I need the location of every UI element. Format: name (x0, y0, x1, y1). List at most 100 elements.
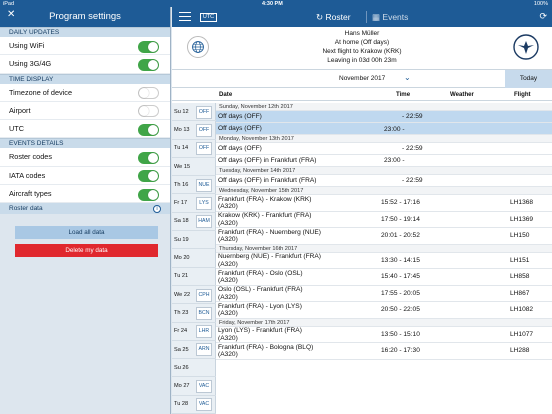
event-row[interactable]: Frankfurt (FRA) - Nuernberg (NUE) (A320) 2… (216, 228, 552, 245)
event-aircraft: (A320) (218, 236, 238, 243)
event-time: - 22:59 (402, 177, 423, 184)
day-label: Tu 28 (174, 401, 189, 408)
status-time: 4:30 PM (262, 0, 283, 7)
info-icon[interactable]: i (153, 204, 161, 213)
chevron-down-icon[interactable]: ⌄ (404, 73, 411, 82)
day-label: Sa 18 (174, 218, 189, 225)
tab-events-label: Events (382, 12, 409, 22)
setting-toggle[interactable] (138, 151, 159, 164)
today-button[interactable]: Today (505, 70, 552, 88)
day-cell[interactable]: Th 16 NUE (172, 176, 216, 195)
col-date: Date (219, 91, 233, 98)
profile-card: Hans Müller At home (Off days) Next flig… (172, 27, 552, 70)
menu-icon[interactable] (179, 12, 191, 21)
day-label: Sa 25 (174, 346, 189, 353)
tab-roster[interactable]: ↻ Roster (316, 12, 351, 23)
setting-toggle[interactable] (138, 58, 159, 71)
utc-badge[interactable]: UTC (200, 13, 217, 22)
app: iPad 4:30 PM 100% ✕ Program settings DAI… (0, 0, 552, 414)
day-cell[interactable]: Tu 21 (172, 268, 216, 286)
roster-code-badge: VAC (196, 380, 212, 393)
status-bar: iPad 4:30 PM 100% (0, 0, 552, 7)
setting-row: Aircraft types (0, 185, 170, 204)
event-row[interactable]: Frankfurt (FRA) - Lyon (LYS) (A320) 20:50 … (216, 302, 552, 319)
day-cell[interactable]: Tu 14 OFF (172, 140, 216, 158)
event-aircraft: (A320) (218, 260, 238, 268)
setting-toggle[interactable] (138, 87, 159, 100)
event-row[interactable]: Oslo (OSL) - Frankfurt (FRA) (A320) 17:55 … (216, 285, 552, 302)
profile-status: At home (Off days) (334, 39, 390, 46)
event-aircraft: (A320) (218, 219, 238, 227)
event-time: - 22:59 (402, 145, 423, 152)
event-aircraft: (A320) (218, 334, 238, 342)
event-row[interactable]: Frankfurt (FRA) - Bologna (BLQ) (A320) 16:… (216, 343, 552, 360)
day-cell[interactable]: Fr 17 LYS (172, 195, 216, 213)
section-header: TIME DISPLAY (0, 73, 170, 84)
setting-toggle[interactable] (138, 40, 159, 53)
roster-data-label: Roster data (9, 205, 43, 213)
event-title: Off days (OFF) (218, 124, 262, 132)
load-all-data-button[interactable]: Load all data (15, 226, 158, 239)
event-flight: LH150 (510, 232, 530, 239)
day-cell[interactable]: Su 12 OFF (172, 103, 216, 122)
day-separator: Sunday, November 12th 2017 (216, 103, 552, 111)
setting-toggle[interactable] (138, 105, 159, 118)
day-cell[interactable]: Mo 13 OFF (172, 121, 216, 140)
event-title: Off days (OFF) (218, 144, 262, 152)
event-row[interactable]: Frankfurt (FRA) - Oslo (OSL) (A320) 15:40 … (216, 269, 552, 286)
status-battery: 100% (533, 0, 548, 7)
section-header: DAILY UPDATES (0, 27, 170, 37)
event-row[interactable]: Nuernberg (NUE) - Frankfurt (FRA) (A320) 1… (216, 252, 552, 269)
event-time: 17:55 - 20:05 (381, 289, 420, 297)
roster-data-header: Roster data i (0, 203, 170, 215)
event-row[interactable]: Frankfurt (FRA) - Krakow (KRK) (A320) 15:5… (216, 195, 552, 212)
event-time: 13:30 - 14:15 (381, 256, 420, 264)
day-cell[interactable]: Sa 25 ARN (172, 341, 216, 360)
day-label: Mo 13 (174, 126, 190, 133)
day-label: Tu 14 (174, 145, 189, 152)
column-header: Date Time Weather Flight (172, 88, 552, 101)
day-cell[interactable]: Su 19 (172, 231, 216, 250)
event-aircraft: (A320) (218, 310, 238, 317)
day-cell[interactable]: Fr 24 LHR (172, 323, 216, 341)
setting-toggle[interactable] (138, 170, 159, 183)
event-flight: LH1368 (510, 199, 534, 206)
roster-code-badge: CPH (196, 288, 212, 302)
setting-toggle[interactable] (138, 123, 159, 136)
roster-code-badge: VAC (196, 398, 212, 412)
day-cell[interactable]: Mo 27 VAC (172, 378, 216, 396)
day-cell[interactable]: We 15 (172, 158, 216, 177)
event-aircraft: (A320) (218, 351, 238, 358)
setting-label: Roster codes (9, 152, 52, 162)
globe-icon[interactable] (187, 36, 209, 58)
sync-icon[interactable]: ⟳ (539, 11, 547, 22)
event-row[interactable]: Off days (OFF) in Frankfurt (FRA) - 22:59 (216, 175, 552, 187)
event-row[interactable]: Lyon (LYS) - Frankfurt (FRA) (A320) 13:50 … (216, 326, 552, 343)
setting-label: Aircraft types (9, 189, 52, 199)
setting-label: Using 3G/4G (9, 59, 52, 69)
setting-toggle[interactable] (138, 188, 159, 201)
tab-divider (366, 11, 367, 23)
day-cell[interactable]: Mo 20 (172, 249, 216, 268)
profile-leaving: Leaving in 03d 00h 23m (327, 57, 397, 64)
setting-label: UTC (9, 124, 24, 134)
tab-events[interactable]: ▦ Events (372, 12, 408, 23)
event-row[interactable]: Off days (OFF) - 22:59 (216, 143, 552, 155)
delete-my-data-button[interactable]: Delete my data (15, 244, 158, 257)
event-time: 13:50 - 15:10 (381, 330, 420, 338)
day-cell[interactable]: We 22 CPH (172, 286, 216, 305)
setting-row: IATA codes (0, 166, 170, 186)
month-selector[interactable]: November 2017 (339, 75, 385, 82)
event-row[interactable]: Off days (OFF) 23:00 - (216, 123, 552, 135)
day-cell[interactable]: Th 23 BCN (172, 304, 216, 323)
event-row[interactable]: Krakow (KRK) - Frankfurt (FRA) (A320) 17:5… (216, 211, 552, 228)
day-label: Th 16 (174, 181, 189, 188)
event-row[interactable]: Off days (OFF) in Frankfurt (FRA) 23:00 - (216, 155, 552, 167)
day-cell[interactable]: Tu 28 VAC (172, 396, 216, 414)
event-time: 20:50 - 22:05 (381, 306, 420, 313)
event-row[interactable]: Off days (OFF) - 22:59 (216, 111, 552, 123)
month-bar: November 2017 ⌄ Today (172, 70, 552, 88)
day-label: Su 26 (174, 364, 189, 371)
day-cell[interactable]: Sa 18 HAM (172, 213, 216, 232)
day-cell[interactable]: Su 26 (172, 359, 216, 378)
